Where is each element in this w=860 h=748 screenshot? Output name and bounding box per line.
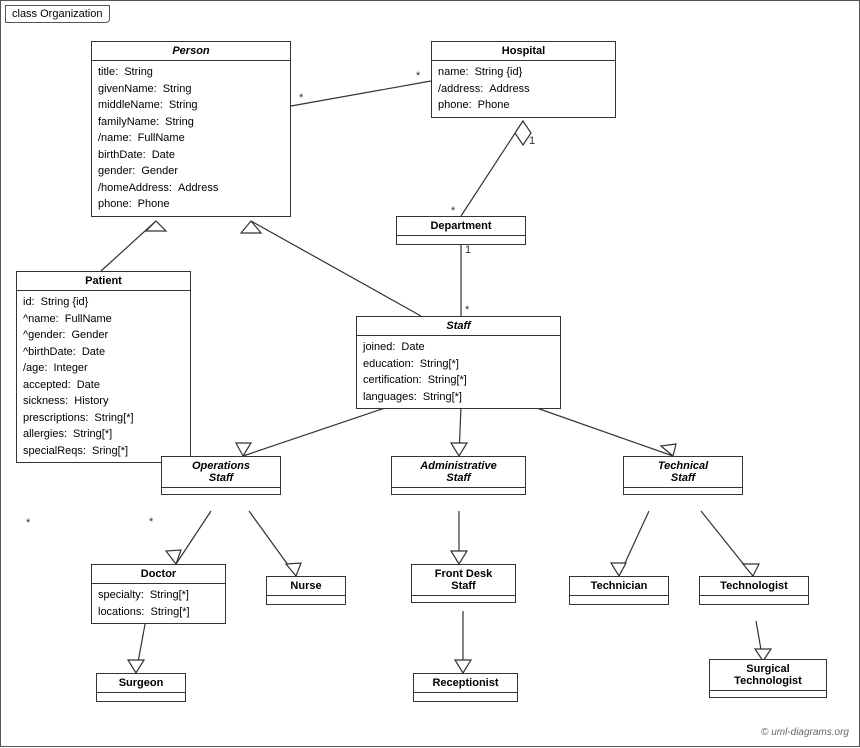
- operations-staff-class-name: Operations Staff: [162, 457, 280, 488]
- receptionist-class: Receptionist: [413, 673, 518, 702]
- technician-class: Technician: [569, 576, 669, 605]
- svg-text:*: *: [26, 517, 31, 529]
- front-desk-staff-class: Front Desk Staff: [411, 564, 516, 603]
- technologist-class-attrs: [700, 596, 808, 604]
- administrative-staff-class-name: Administrative Staff: [392, 457, 525, 488]
- department-class-name: Department: [397, 217, 525, 236]
- hospital-class-attrs: name:String {id} /address:Address phone:…: [432, 61, 615, 117]
- diagram-title: class Organization: [5, 5, 110, 23]
- department-class-attrs: [397, 236, 525, 244]
- technologist-class: Technologist: [699, 576, 809, 605]
- receptionist-class-attrs: [414, 693, 517, 701]
- patient-class: Patient id:String {id} ^name:FullName ^g…: [16, 271, 191, 463]
- administrative-staff-class: Administrative Staff: [391, 456, 526, 495]
- nurse-class-name: Nurse: [267, 577, 345, 596]
- technician-class-name: Technician: [570, 577, 668, 596]
- doctor-class: Doctor specialty:String[*] locations:Str…: [91, 564, 226, 624]
- technical-staff-attrs: [624, 488, 742, 494]
- surgeon-class: Surgeon: [96, 673, 186, 702]
- svg-text:*: *: [299, 92, 304, 104]
- doctor-class-attrs: specialty:String[*] locations:String[*]: [92, 584, 225, 623]
- doctor-class-name: Doctor: [92, 565, 225, 584]
- technical-staff-class-name: Technical Staff: [624, 457, 742, 488]
- operations-staff-attrs: [162, 488, 280, 494]
- technician-class-attrs: [570, 596, 668, 604]
- technical-staff-class: Technical Staff: [623, 456, 743, 495]
- svg-text:*: *: [149, 516, 154, 528]
- surgeon-class-attrs: [97, 693, 185, 701]
- surgeon-class-name: Surgeon: [97, 674, 185, 693]
- diagram-container: class Organization * * 1 * 1 *: [0, 0, 860, 747]
- receptionist-class-name: Receptionist: [414, 674, 517, 693]
- department-class: Department: [396, 216, 526, 245]
- surgical-technologist-attrs: [710, 691, 826, 697]
- front-desk-staff-class-name: Front Desk Staff: [412, 565, 515, 596]
- front-desk-staff-attrs: [412, 596, 515, 602]
- hospital-class: Hospital name:String {id} /address:Addre…: [431, 41, 616, 118]
- person-class-name: Person: [92, 42, 290, 61]
- hospital-class-name: Hospital: [432, 42, 615, 61]
- svg-text:1: 1: [529, 135, 535, 147]
- surgical-technologist-class: Surgical Technologist: [709, 659, 827, 698]
- watermark: © uml-diagrams.org: [761, 727, 849, 738]
- svg-text:*: *: [416, 70, 421, 82]
- staff-class-name: Staff: [357, 317, 560, 336]
- nurse-class: Nurse: [266, 576, 346, 605]
- staff-class-attrs: joined:Date education:String[*] certific…: [357, 336, 560, 408]
- administrative-staff-attrs: [392, 488, 525, 494]
- operations-staff-class: Operations Staff: [161, 456, 281, 495]
- technologist-class-name: Technologist: [700, 577, 808, 596]
- nurse-class-attrs: [267, 596, 345, 604]
- staff-class: Staff joined:Date education:String[*] ce…: [356, 316, 561, 409]
- person-class-attrs: title:String givenName:String middleName…: [92, 61, 290, 216]
- patient-class-attrs: id:String {id} ^name:FullName ^gender:Ge…: [17, 291, 190, 462]
- svg-text:*: *: [465, 304, 470, 316]
- svg-text:1: 1: [465, 244, 471, 256]
- patient-class-name: Patient: [17, 272, 190, 291]
- person-class: Person title:String givenName:String mid…: [91, 41, 291, 217]
- surgical-technologist-class-name: Surgical Technologist: [710, 660, 826, 691]
